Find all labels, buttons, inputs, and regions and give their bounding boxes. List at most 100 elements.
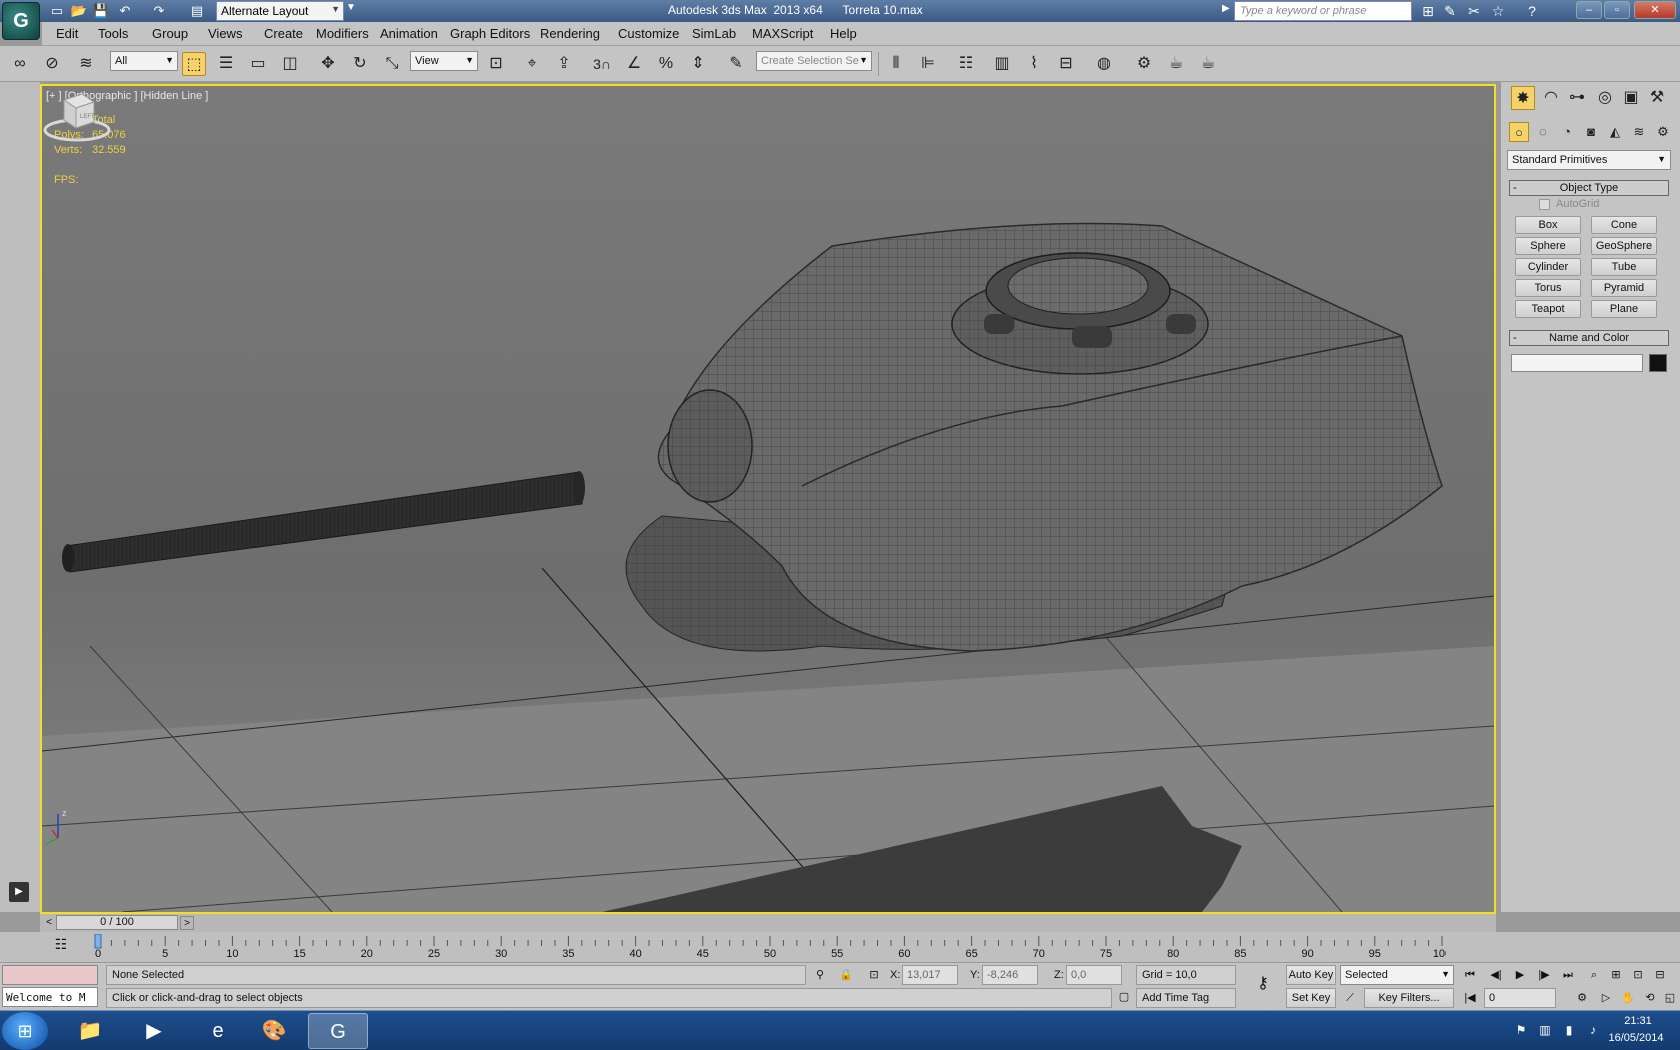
unlink-icon[interactable]: ⊘	[40, 52, 64, 76]
3ds-max-taskbar-icon[interactable]: G	[308, 1013, 368, 1049]
utilities-tab-icon[interactable]: ⚒	[1645, 86, 1669, 110]
app-logo-icon[interactable]: G	[2, 2, 40, 40]
time-slider-thumb[interactable]: 0 / 100	[56, 915, 178, 930]
selection-lock-icon[interactable]: 🔒	[836, 966, 856, 984]
snaps-toggle-icon[interactable]: 3∩	[590, 52, 614, 76]
current-frame-input[interactable]: 0	[1484, 988, 1556, 1008]
flag-icon[interactable]: ⚑	[1512, 1023, 1530, 1039]
torus-button[interactable]: Torus	[1515, 279, 1581, 297]
key-mode-toggle-icon[interactable]: |◀	[1460, 989, 1480, 1007]
space-warps-icon[interactable]: ≋	[1629, 122, 1649, 142]
menu-group[interactable]: Group	[152, 26, 188, 41]
menu-simlab[interactable]: SimLab	[692, 26, 736, 41]
redo-icon[interactable]: ↷	[150, 2, 168, 20]
mirror-icon[interactable]: ⫴	[884, 52, 908, 76]
plane-button[interactable]: Plane	[1591, 300, 1657, 318]
key-curve-icon[interactable]: ⟋	[1340, 989, 1360, 1007]
graphite-ribbon-icon[interactable]: ▥	[990, 52, 1014, 76]
menu-help[interactable]: Help	[830, 26, 857, 41]
selection-filter-dropdown[interactable]: All ▼	[110, 51, 178, 71]
project-folder-icon[interactable]: ▤	[188, 2, 206, 20]
angle-snap-icon[interactable]: ∠	[622, 52, 646, 76]
edit-named-selection-icon[interactable]: ✎	[724, 52, 748, 76]
set-keys-key-icon[interactable]: ⚷	[1250, 975, 1276, 993]
motion-tab-icon[interactable]: ◎	[1593, 86, 1617, 110]
select-manipulate-icon[interactable]: ⌖	[520, 52, 544, 76]
menu-edit[interactable]: Edit	[56, 26, 78, 41]
z-coordinate-input[interactable]: 0,0	[1066, 965, 1122, 985]
hierarchy-tab-icon[interactable]: ⊶	[1565, 86, 1589, 110]
go-to-end-icon[interactable]: ⏭	[1558, 966, 1578, 984]
cone-button[interactable]: Cone	[1591, 216, 1657, 234]
key-mode-dropdown[interactable]: Selected ▼	[1340, 965, 1454, 985]
menu-create[interactable]: Create	[264, 26, 303, 41]
internet-explorer-icon[interactable]: e	[188, 1013, 248, 1049]
maxscript-listener-input[interactable]: Welcome to M	[2, 987, 98, 1007]
link-icon[interactable]: ∞	[8, 52, 32, 76]
new-file-icon[interactable]: ▭	[48, 2, 66, 20]
menu-animation[interactable]: Animation	[380, 26, 438, 41]
geometry-icon[interactable]: ○	[1509, 122, 1529, 142]
viewcube-icon[interactable]: LEFT	[42, 86, 112, 146]
power-icon[interactable]: ▮	[1560, 1023, 1578, 1039]
percent-snap-icon[interactable]: %	[654, 52, 678, 76]
rectangular-selection-icon[interactable]: ▭	[246, 52, 270, 76]
orbit-icon[interactable]: ⟲	[1640, 989, 1660, 1007]
reference-coordinate-dropdown[interactable]: View ▼	[410, 51, 478, 71]
menu-graph-editors[interactable]: Graph Editors	[450, 26, 530, 41]
add-time-tag[interactable]: Add Time Tag	[1136, 988, 1236, 1008]
search-expand-icon[interactable]: ▶	[1222, 3, 1230, 14]
pyramid-button[interactable]: Pyramid	[1591, 279, 1657, 297]
window-crossing-icon[interactable]: ◫	[278, 52, 302, 76]
teapot-button[interactable]: Teapot	[1515, 300, 1581, 318]
media-player-icon[interactable]: ▶	[124, 1013, 184, 1049]
rendered-frame-window-icon[interactable]: ☕	[1164, 52, 1188, 76]
object-type-rollout[interactable]: - Object Type	[1509, 180, 1669, 196]
file-explorer-icon[interactable]: 📁	[60, 1013, 120, 1049]
menu-tools[interactable]: Tools	[98, 26, 128, 41]
material-editor-icon[interactable]: ◍	[1092, 52, 1116, 76]
render-production-icon[interactable]: ☕	[1196, 52, 1220, 76]
rotate-icon[interactable]: ↻	[348, 52, 372, 76]
helpers-icon[interactable]: ◭	[1605, 122, 1625, 142]
select-by-name-icon[interactable]: ☰	[214, 52, 238, 76]
menu-maxscript[interactable]: MAXScript	[752, 26, 813, 41]
cylinder-button[interactable]: Cylinder	[1515, 258, 1581, 276]
sphere-button[interactable]: Sphere	[1515, 237, 1581, 255]
clock-time[interactable]: 21:31	[1608, 1015, 1668, 1027]
field-of-view-icon[interactable]: ▷	[1596, 989, 1616, 1007]
frame-ruler[interactable]: 0 5 10 15 20 25 30 35 40 45 50 55 60 65 70 75 80 85 90 95 10…	[94, 934, 1446, 960]
geosphere-button[interactable]: GeoSphere	[1591, 237, 1657, 255]
viewport-orthographic[interactable]: [+ ] [Orthographic ] [Hidden Line ] Tota…	[40, 84, 1496, 914]
pan-view-icon[interactable]: ✋	[1618, 989, 1638, 1007]
zoom-all-icon[interactable]: ⊞	[1606, 966, 1626, 984]
zoom-extents-all-icon[interactable]: ⊟	[1650, 966, 1670, 984]
autogrid-checkbox[interactable]: AutoGrid	[1539, 198, 1599, 210]
schematic-view-icon[interactable]: ⊟	[1054, 52, 1078, 76]
clock-date[interactable]: 16/05/2014	[1596, 1032, 1676, 1044]
subscription-icon[interactable]: ✎	[1440, 2, 1460, 20]
spinner-snap-icon[interactable]: ⇕	[686, 52, 710, 76]
communication-icon[interactable]: ✂	[1464, 2, 1484, 20]
lights-icon[interactable]: ◔	[1557, 122, 1577, 142]
modify-tab-icon[interactable]: ◠	[1539, 86, 1563, 110]
shapes-icon[interactable]: ◌	[1533, 122, 1553, 142]
maximize-viewport-icon[interactable]: ◱	[1660, 989, 1680, 1007]
render-setup-icon[interactable]: ⚙	[1132, 52, 1156, 76]
maxscript-listener-output[interactable]	[2, 965, 98, 985]
object-color-swatch[interactable]	[1649, 354, 1667, 372]
layer-manager-icon[interactable]: ☷	[954, 52, 978, 76]
curve-editor-icon[interactable]: ⌇	[1022, 52, 1046, 76]
pivot-center-icon[interactable]: ⊡	[484, 52, 508, 76]
menu-rendering[interactable]: Rendering	[540, 26, 600, 41]
cameras-icon[interactable]: ◙	[1581, 122, 1601, 142]
next-frame-arrow-icon[interactable]: >	[180, 916, 194, 930]
binoculars-icon[interactable]: ⊞	[1418, 2, 1438, 20]
search-input[interactable]: Type a keyword or phrase	[1234, 1, 1412, 21]
scale-icon[interactable]: ⤡	[380, 52, 404, 76]
move-icon[interactable]: ✥	[316, 52, 340, 76]
minimize-button[interactable]: –	[1576, 1, 1602, 19]
open-file-icon[interactable]: 📂	[70, 2, 88, 20]
key-filters-button[interactable]: Key Filters...	[1364, 988, 1454, 1008]
auto-key-button[interactable]: Auto Key	[1286, 965, 1336, 985]
